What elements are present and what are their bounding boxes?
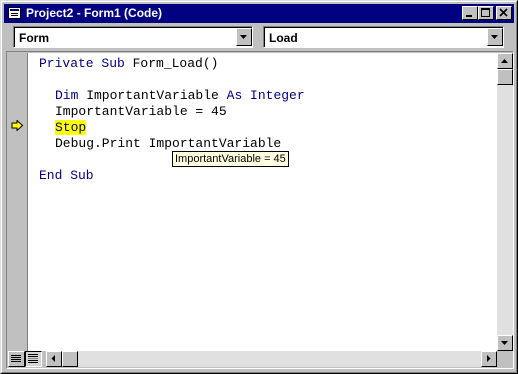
chevron-down-icon xyxy=(501,341,508,345)
stop-statement-highlight: Stop xyxy=(55,120,87,135)
scroll-down-button[interactable] xyxy=(497,335,513,351)
chevron-left-icon xyxy=(51,355,55,362)
chevron-right-icon xyxy=(487,355,491,362)
code-line[interactable]: End Sub xyxy=(39,168,94,184)
minimize-icon xyxy=(466,15,472,17)
procedure-combo-field[interactable]: Load xyxy=(264,27,503,47)
code-window: Project2 - Form1 (Code) Form Load Privat… xyxy=(0,0,518,374)
full-module-view-button[interactable] xyxy=(25,351,42,367)
object-combo[interactable]: Form xyxy=(13,26,253,48)
code-text: ImportantVariable = 45 xyxy=(55,104,227,119)
scroll-right-button[interactable] xyxy=(481,351,497,367)
code-keyword: End Sub xyxy=(39,168,94,183)
chevron-down-icon xyxy=(491,35,498,39)
code-line[interactable]: Debug.Print ImportantVariable xyxy=(55,136,281,152)
code-text: ImportantVariable xyxy=(78,88,227,103)
object-combo-value: Form xyxy=(19,31,49,45)
code-line[interactable]: Private Sub Form_Load() xyxy=(39,56,218,72)
horizontal-scrollbar[interactable] xyxy=(46,351,497,367)
code-line[interactable]: ImportantVariable = 45 xyxy=(55,104,227,120)
procedure-combo[interactable]: Load xyxy=(263,26,504,48)
chevron-down-icon xyxy=(240,35,247,39)
horizontal-scroll-thumb[interactable] xyxy=(62,351,78,367)
maximize-icon xyxy=(481,8,490,17)
vertical-scrollbar[interactable] xyxy=(497,53,513,351)
title-bar[interactable]: Project2 - Form1 (Code) xyxy=(4,4,514,23)
chevron-up-icon xyxy=(501,59,508,63)
code-keyword: Private Sub xyxy=(39,56,125,71)
window-title: Project2 - Form1 (Code) xyxy=(26,6,163,20)
data-tip-tooltip: ImportantVariable = 45 xyxy=(172,151,289,167)
scrollbar-corner xyxy=(497,351,513,367)
code-text: Debug.Print ImportantVariable xyxy=(55,136,282,151)
maximize-button[interactable] xyxy=(478,6,494,20)
vertical-scroll-thumb[interactable] xyxy=(497,69,513,85)
object-combo-field[interactable]: Form xyxy=(14,27,252,47)
full-module-view-icon xyxy=(28,354,38,363)
code-editor: Private Sub Form_Load() Dim ImportantVar… xyxy=(6,51,514,369)
procedure-view-icon xyxy=(11,355,21,362)
code-line[interactable]: Dim ImportantVariable As Integer xyxy=(55,88,305,104)
margin-indicator-bar[interactable] xyxy=(8,53,28,351)
code-line-current[interactable]: Stop xyxy=(55,120,87,136)
procedure-combo-dropdown-button[interactable] xyxy=(487,28,503,46)
code-text: Form_Load() xyxy=(124,56,219,71)
code-text-area[interactable]: Private Sub Form_Load() Dim ImportantVar… xyxy=(28,53,497,351)
code-keyword: Dim xyxy=(55,88,79,103)
bottom-bar xyxy=(8,351,513,368)
close-button[interactable] xyxy=(496,6,512,20)
minimize-button[interactable] xyxy=(462,6,478,20)
object-combo-dropdown-button[interactable] xyxy=(236,28,252,46)
procedure-view-button[interactable] xyxy=(8,351,25,367)
code-window-icon[interactable] xyxy=(8,7,21,19)
scroll-up-button[interactable] xyxy=(497,53,513,69)
execution-point-arrow-icon xyxy=(11,120,24,131)
scroll-left-button[interactable] xyxy=(46,351,62,367)
close-icon xyxy=(499,8,508,17)
procedure-combo-value: Load xyxy=(269,31,298,45)
code-keyword: As Integer xyxy=(226,88,305,103)
